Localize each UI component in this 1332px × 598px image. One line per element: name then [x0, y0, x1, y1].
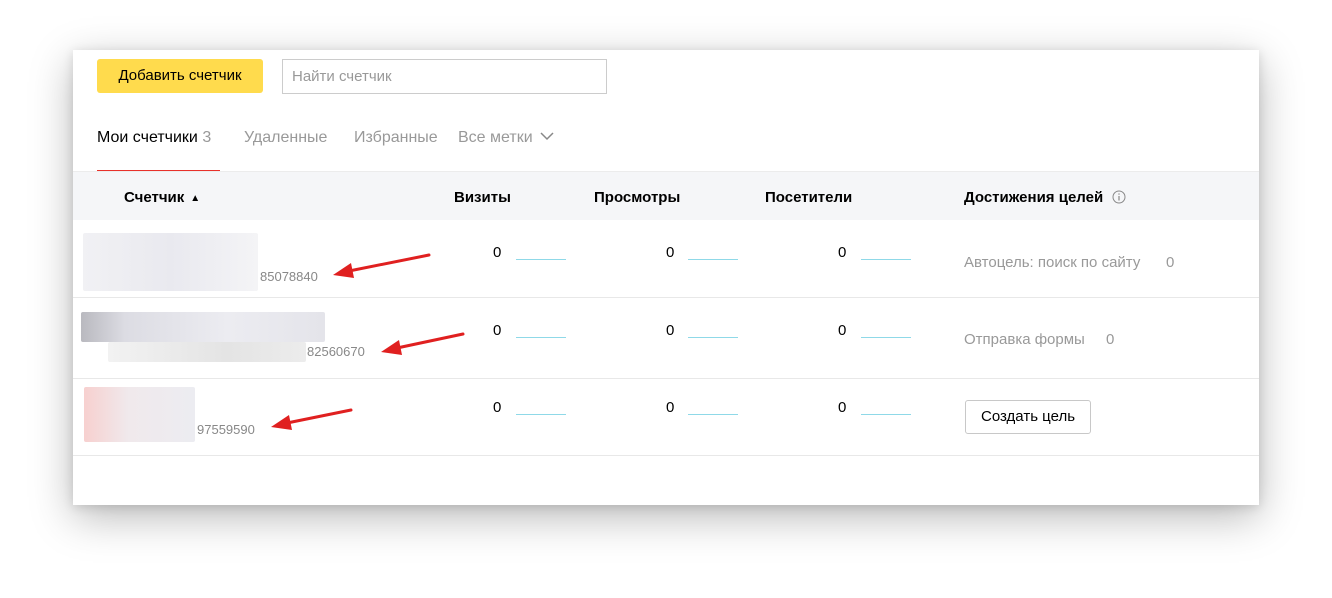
views-value: 0 — [666, 244, 675, 261]
views-sparkline — [688, 337, 738, 338]
visitors-sparkline — [861, 337, 911, 338]
goal-count: 0 — [1166, 254, 1175, 271]
tab-my-counters-count: 3 — [202, 129, 212, 146]
counter-name-blurred — [81, 312, 325, 342]
tab-all-labels-label: Все метки — [458, 129, 533, 146]
views-sparkline — [688, 259, 738, 260]
visitors-value: 0 — [838, 399, 847, 416]
tab-all-labels[interactable]: Все метки — [458, 128, 554, 170]
column-header-goals[interactable]: Достижения целей — [964, 189, 1126, 206]
visits-value: 0 — [493, 399, 502, 416]
goal-label[interactable]: Отправка формы — [964, 331, 1085, 348]
search-counter-input[interactable] — [282, 59, 607, 94]
goal-label[interactable]: Автоцель: поиск по сайту — [964, 254, 1140, 271]
annotation-arrow-icon — [271, 408, 353, 430]
chevron-down-icon — [540, 132, 554, 140]
visits-sparkline — [516, 337, 566, 338]
table-row[interactable]: 82560670 0 0 0 Отправка формы 0 — [73, 302, 1259, 379]
column-header-views[interactable]: Просмотры — [594, 189, 680, 206]
visitors-value: 0 — [838, 322, 847, 339]
column-header-counter[interactable]: Счетчик ▲ — [124, 189, 200, 206]
tab-deleted[interactable]: Удаленные — [244, 128, 327, 170]
visitors-value: 0 — [838, 244, 847, 261]
counter-id[interactable]: 82560670 — [307, 344, 365, 359]
column-header-visitors[interactable]: Посетители — [765, 189, 852, 206]
goal-count: 0 — [1106, 331, 1115, 348]
counter-id[interactable]: 85078840 — [260, 269, 318, 284]
views-sparkline — [688, 414, 738, 415]
counter-url-blurred — [108, 342, 306, 362]
annotation-arrow-icon — [381, 332, 465, 355]
info-icon[interactable] — [1112, 190, 1126, 204]
visits-value: 0 — [493, 322, 502, 339]
annotation-arrow-icon — [333, 253, 431, 278]
tab-deleted-label: Удаленные — [244, 129, 328, 146]
visits-sparkline — [516, 414, 566, 415]
counters-panel: Добавить счетчик Мои счетчики 3 Удаленны… — [73, 50, 1259, 505]
create-goal-button[interactable]: Создать цель — [965, 400, 1092, 434]
table-row[interactable]: 85078840 0 0 0 Автоцель: поиск по сайту … — [73, 221, 1259, 298]
tab-my-counters[interactable]: Мои счетчики 3 — [97, 128, 220, 172]
tab-favorites-label: Избранные — [354, 129, 438, 146]
counter-name-blurred — [84, 387, 195, 442]
counter-id[interactable]: 97559590 — [197, 422, 255, 437]
tab-favorites[interactable]: Избранные — [354, 128, 438, 170]
visits-value: 0 — [493, 244, 502, 261]
add-counter-button[interactable]: Добавить счетчик — [97, 59, 263, 93]
tab-my-counters-label: Мои счетчики — [97, 129, 198, 146]
visits-sparkline — [516, 259, 566, 260]
table-row[interactable]: 97559590 0 0 0 Создать цель — [73, 379, 1259, 456]
counter-name-blurred — [83, 233, 258, 291]
visitors-sparkline — [861, 259, 911, 260]
column-header-visits[interactable]: Визиты — [454, 189, 511, 206]
table-header: Счетчик ▲ Визиты Просмотры Посетители Дос… — [73, 171, 1259, 220]
visitors-sparkline — [861, 414, 911, 415]
views-value: 0 — [666, 322, 675, 339]
sort-ascending-icon: ▲ — [190, 193, 201, 204]
views-value: 0 — [666, 399, 675, 416]
